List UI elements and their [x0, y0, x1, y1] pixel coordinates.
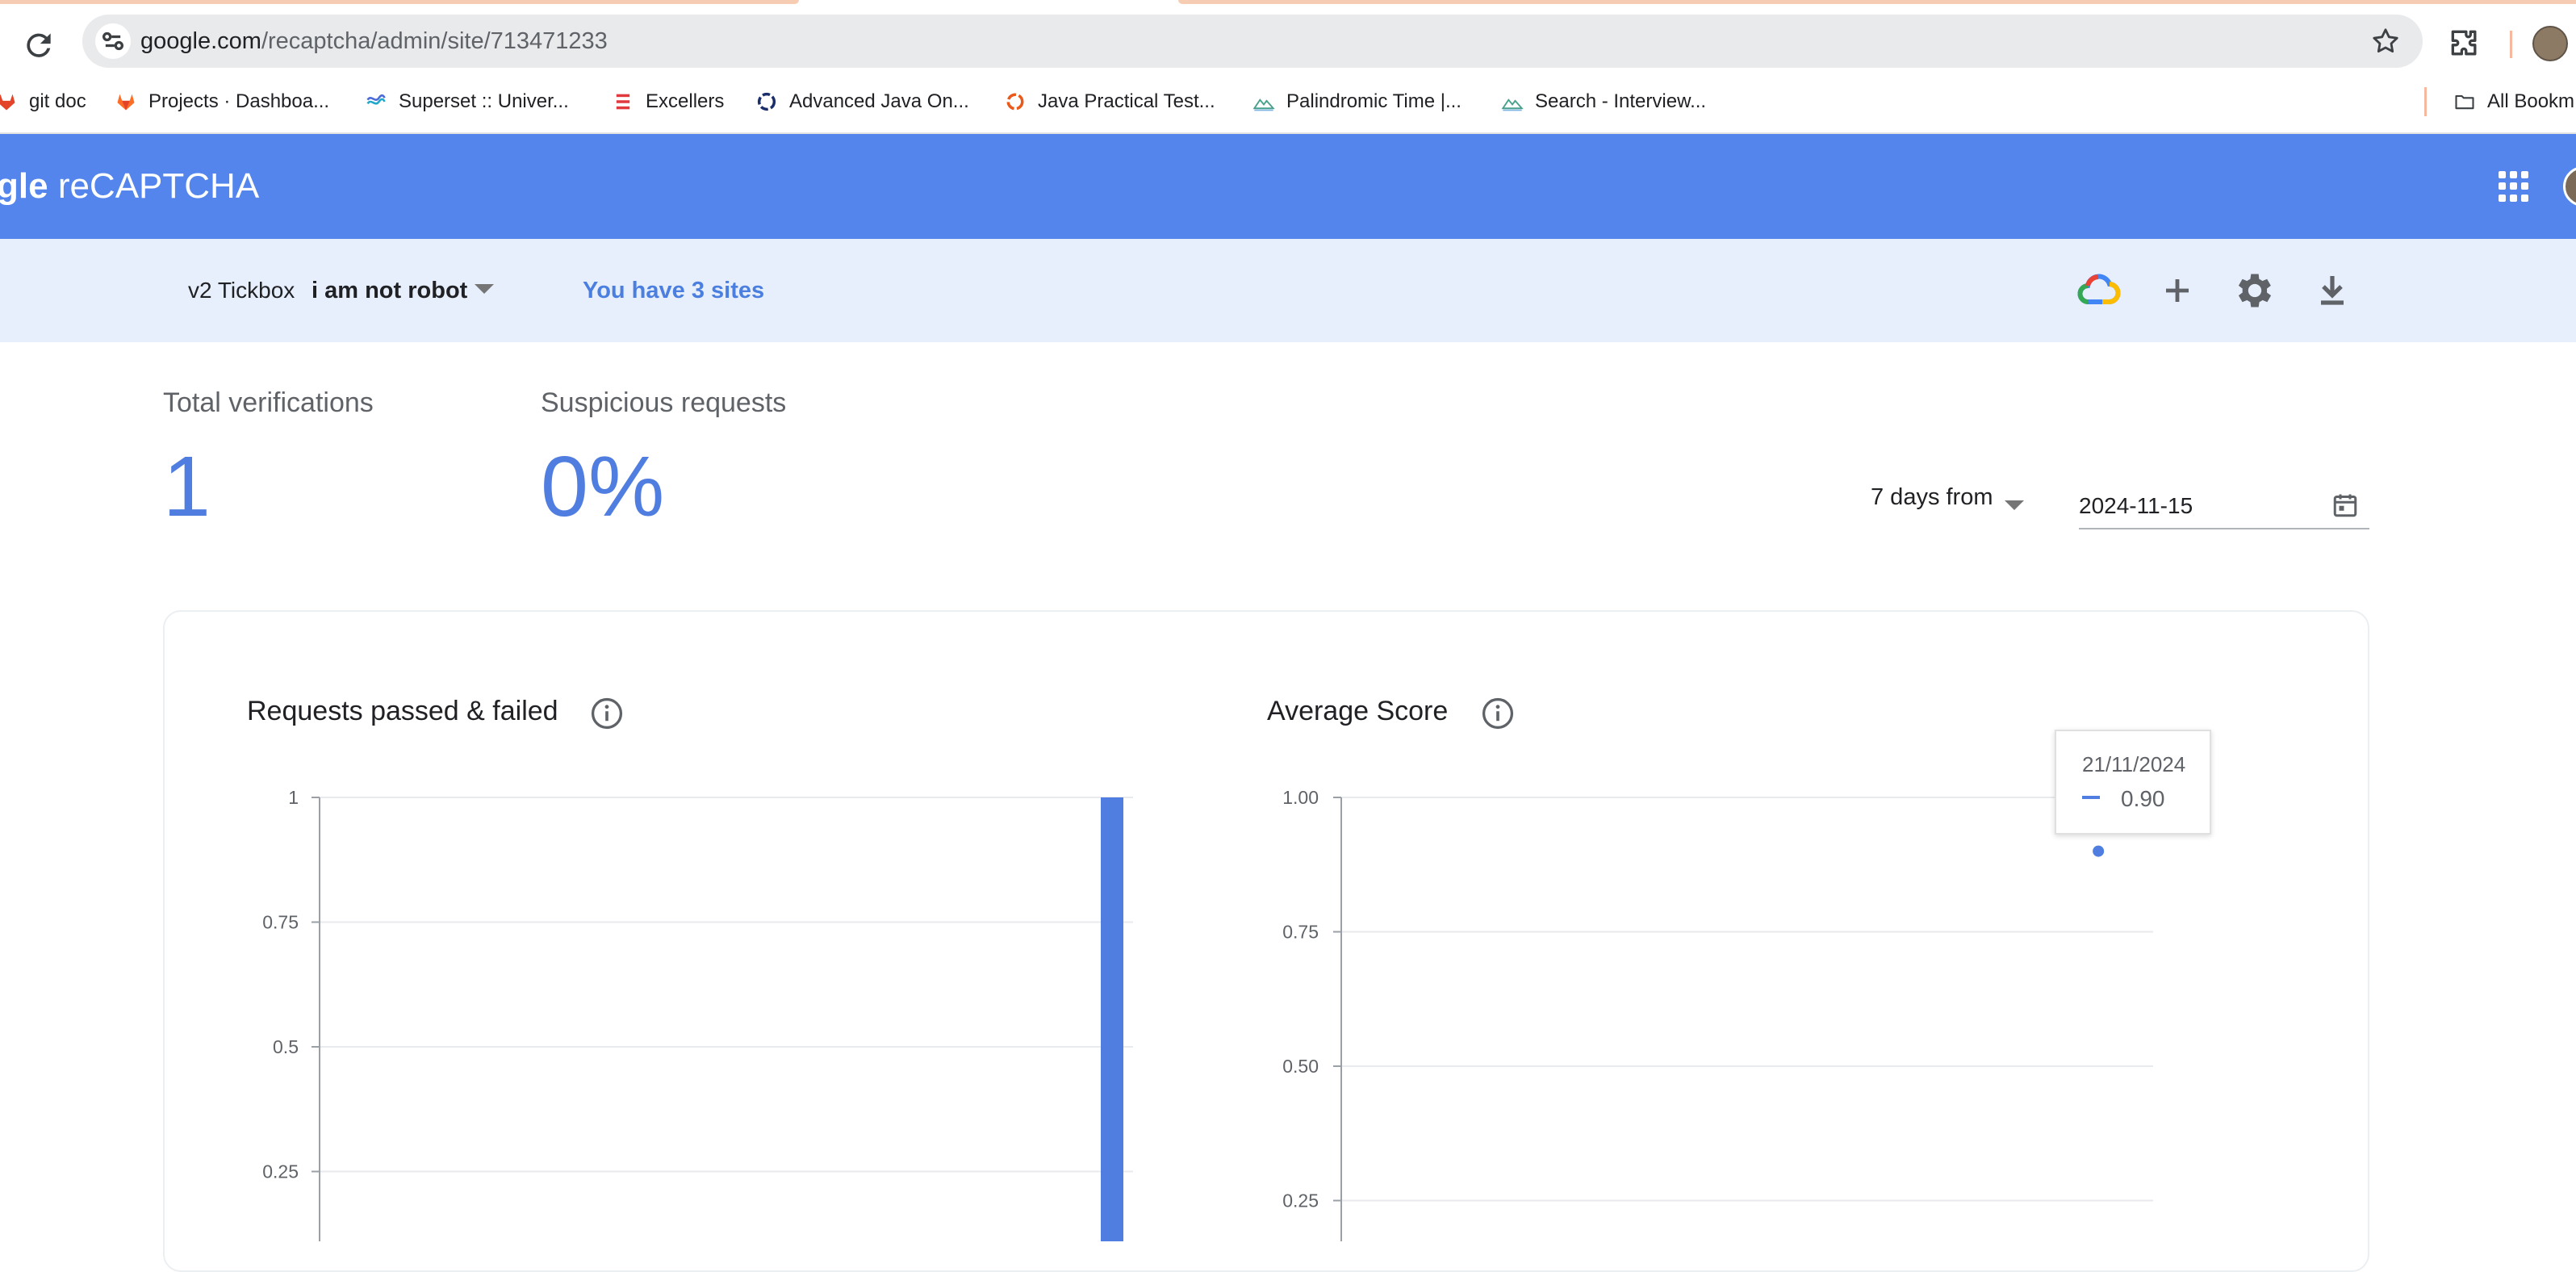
y-tick-label: 0.5	[273, 1036, 299, 1057]
data-point	[2093, 845, 2105, 857]
tooltip-series-swatch	[2082, 796, 2100, 799]
y-tick-label: 0.25	[1282, 1190, 1319, 1211]
tooltip-date: 21/11/2024	[2082, 752, 2186, 776]
y-tick-label: 1	[288, 787, 299, 808]
tooltip-value: 0.90	[2121, 786, 2165, 811]
charts-canvas: 1 0.75 0.5 0.25 1.00 0.75 0.50 0.25	[262, 787, 2153, 1241]
bar	[1101, 797, 1123, 1241]
y-tick-label: 1.00	[1282, 787, 1319, 808]
chart-tooltip: 21/11/2024 0.90	[2055, 730, 2211, 835]
y-tick-label: 0.50	[1282, 1056, 1319, 1077]
y-tick-label: 0.25	[262, 1161, 299, 1182]
y-tick-label: 0.75	[262, 912, 299, 933]
y-tick-label: 0.75	[1282, 922, 1319, 943]
